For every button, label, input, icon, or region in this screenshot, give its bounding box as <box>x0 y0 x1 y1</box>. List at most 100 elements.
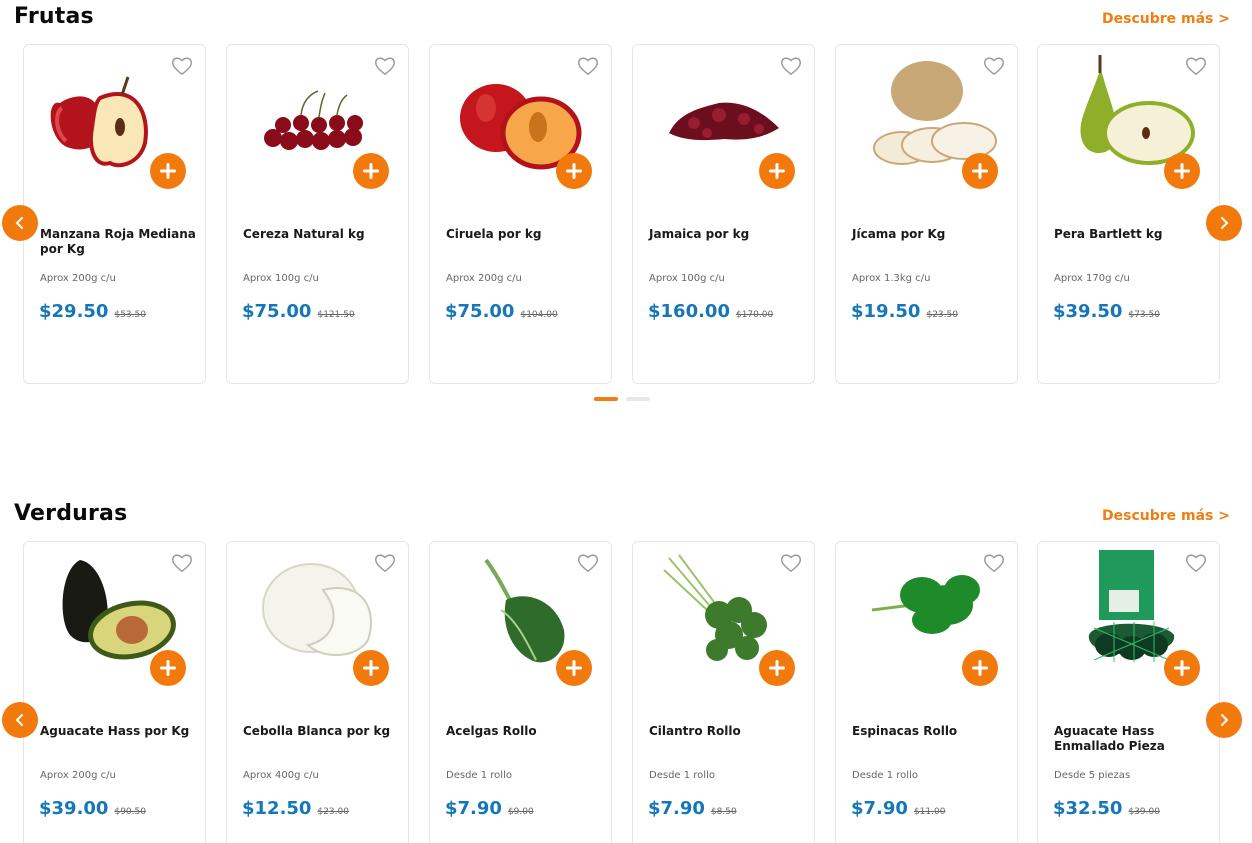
product-description: Desde 5 piezas <box>1054 770 1131 781</box>
product-name: Espinacas Rollo <box>852 724 958 738</box>
product-description: Desde 1 rollo <box>852 770 918 781</box>
product-name: Pera Bartlett kg <box>1054 227 1163 241</box>
product-price-row: $39.50 $73.50 <box>1053 301 1160 322</box>
favorite-heart-icon[interactable] <box>573 548 603 578</box>
product-description: Aprox 170g c/u <box>1054 273 1130 284</box>
add-to-cart-plus-icon[interactable] <box>759 650 795 686</box>
add-to-cart-plus-icon[interactable] <box>556 650 592 686</box>
product-price: $19.50 <box>851 301 921 322</box>
product-card[interactable]: Aguacate Hass Enmallado Pieza Desde 5 pi… <box>1037 541 1220 843</box>
product-name: Aguacate Hass por Kg <box>40 724 190 738</box>
add-to-cart-plus-icon[interactable] <box>353 153 389 189</box>
favorite-heart-icon[interactable] <box>1181 51 1211 81</box>
favorite-heart-icon[interactable] <box>776 548 806 578</box>
pagination-dot[interactable] <box>594 397 618 401</box>
product-old-price: $8.50 <box>710 807 737 817</box>
product-name: Cebolla Blanca por kg <box>243 724 391 738</box>
product-card[interactable]: Acelgas Rollo Desde 1 rollo $7.90 $9.00 <box>429 541 612 843</box>
favorite-heart-icon[interactable] <box>776 51 806 81</box>
add-to-cart-plus-icon[interactable] <box>556 153 592 189</box>
product-name: Acelgas Rollo <box>446 724 537 738</box>
product-price-row: $19.50 $23.50 <box>851 301 958 322</box>
product-price: $75.00 <box>445 301 515 322</box>
add-to-cart-plus-icon[interactable] <box>150 153 186 189</box>
product-card[interactable]: Ciruela por kg Aprox 200g c/u $75.00 $104… <box>429 44 612 384</box>
product-description: Aprox 400g c/u <box>243 770 319 781</box>
product-price-row: $75.00 $121.50 <box>242 301 355 322</box>
product-name: Jícama por Kg <box>852 227 946 241</box>
product-price-row: $32.50 $39.00 <box>1053 798 1160 819</box>
carousel-pagination <box>594 397 650 401</box>
product-old-price: $11.00 <box>913 807 946 817</box>
pagination-dot[interactable] <box>626 397 650 401</box>
product-card[interactable]: Aguacate Hass por Kg Aprox 200g c/u $39.… <box>23 541 206 843</box>
product-price-row: $39.00 $90.50 <box>39 798 146 819</box>
product-card[interactable]: Jamaica por kg Aprox 100g c/u $160.00 $17… <box>632 44 815 384</box>
add-to-cart-plus-icon[interactable] <box>353 650 389 686</box>
product-name: Cilantro Rollo <box>649 724 741 738</box>
product-name: Aguacate Hass Enmallado Pieza <box>1054 724 1165 753</box>
product-old-price: $170.00 <box>735 310 774 320</box>
add-to-cart-plus-icon[interactable] <box>150 650 186 686</box>
product-card[interactable]: Cereza Natural kg Aprox 100g c/u $75.00 $… <box>226 44 409 384</box>
product-price: $7.90 <box>648 798 705 819</box>
product-price: $39.50 <box>1053 301 1123 322</box>
product-card[interactable]: Jícama por Kg Aprox 1.3kg c/u $19.50 $23.… <box>835 44 1018 384</box>
product-name: Cereza Natural kg <box>243 227 365 241</box>
favorite-heart-icon[interactable] <box>979 51 1009 81</box>
add-to-cart-plus-icon[interactable] <box>962 650 998 686</box>
product-price: $160.00 <box>648 301 730 322</box>
product-card[interactable]: Manzana Roja Mediana por Kg Aprox 200g c… <box>23 44 206 384</box>
favorite-heart-icon[interactable] <box>370 51 400 81</box>
product-price: $7.90 <box>445 798 502 819</box>
favorite-heart-icon[interactable] <box>573 51 603 81</box>
add-to-cart-plus-icon[interactable] <box>759 153 795 189</box>
product-card[interactable]: Pera Bartlett kg Aprox 170g c/u $39.50 $7… <box>1037 44 1220 384</box>
product-description: Aprox 1.3kg c/u <box>852 273 931 284</box>
favorite-heart-icon[interactable] <box>370 548 400 578</box>
product-price-row: $160.00 $170.00 <box>648 301 773 322</box>
product-old-price: $23.50 <box>926 310 958 320</box>
product-price-row: $75.00 $104.00 <box>445 301 558 322</box>
product-name: Ciruela por kg <box>446 227 542 241</box>
carousel-next-chevron-right-icon[interactable] <box>1206 702 1242 738</box>
product-description: Desde 1 rollo <box>649 770 715 781</box>
favorite-heart-icon[interactable] <box>167 548 197 578</box>
carousel-prev-chevron-left-icon[interactable] <box>2 205 38 241</box>
product-price: $12.50 <box>242 798 312 819</box>
discover-more-link[interactable]: Descubre más > <box>1102 508 1230 524</box>
product-price-row: $12.50 $23.00 <box>242 798 349 819</box>
product-price-row: $7.90 $8.50 <box>648 798 737 819</box>
favorite-heart-icon[interactable] <box>167 51 197 81</box>
product-price-row: $7.90 $11.00 <box>851 798 945 819</box>
add-to-cart-plus-icon[interactable] <box>962 153 998 189</box>
add-to-cart-plus-icon[interactable] <box>1164 650 1200 686</box>
product-card[interactable]: Cebolla Blanca por kg Aprox 400g c/u $12… <box>226 541 409 843</box>
discover-more-link[interactable]: Descubre más > <box>1102 11 1230 27</box>
product-card[interactable]: Cilantro Rollo Desde 1 rollo $7.90 $8.50 <box>632 541 815 843</box>
product-price: $29.50 <box>39 301 109 322</box>
product-price: $39.00 <box>39 798 109 819</box>
product-description: Aprox 200g c/u <box>40 273 116 284</box>
add-to-cart-plus-icon[interactable] <box>1164 153 1200 189</box>
product-description: Aprox 200g c/u <box>446 273 522 284</box>
product-old-price: $53.50 <box>114 310 146 320</box>
carousel-prev-chevron-left-icon[interactable] <box>2 702 38 738</box>
product-old-price: $73.50 <box>1128 310 1160 320</box>
product-price: $75.00 <box>242 301 312 322</box>
product-name: Jamaica por kg <box>649 227 750 241</box>
carousel-next-chevron-right-icon[interactable] <box>1206 205 1242 241</box>
product-old-price: $121.50 <box>317 310 355 320</box>
product-price-row: $7.90 $9.00 <box>445 798 534 819</box>
product-description: Desde 1 rollo <box>446 770 512 781</box>
favorite-heart-icon[interactable] <box>979 548 1009 578</box>
product-old-price: $39.00 <box>1128 807 1160 817</box>
product-old-price: $90.50 <box>114 807 146 817</box>
favorite-heart-icon[interactable] <box>1181 548 1211 578</box>
product-description: Aprox 100g c/u <box>243 273 319 284</box>
product-price: $7.90 <box>851 798 908 819</box>
product-price-row: $29.50 $53.50 <box>39 301 146 322</box>
section-verduras: Verduras Descubre más > Aguacate Hass po… <box>0 497 1252 843</box>
product-card[interactable]: Espinacas Rollo Desde 1 rollo $7.90 $11.0… <box>835 541 1018 843</box>
section-title: Frutas <box>14 4 94 29</box>
